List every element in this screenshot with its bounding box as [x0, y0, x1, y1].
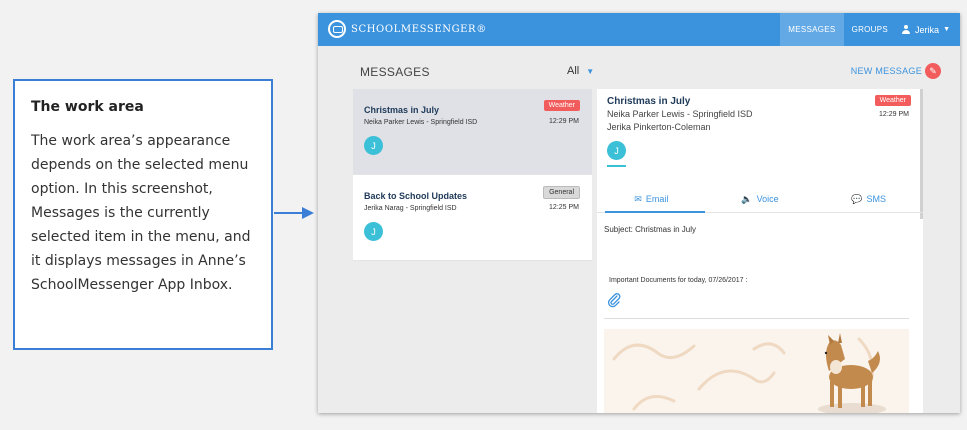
detail-sender: Neika Parker Lewis - Springfield ISD [607, 109, 753, 119]
avatar-underline [607, 165, 626, 167]
message-card[interactable]: Christmas in July Neika Parker Lewis - S… [353, 89, 592, 175]
top-nav-bar: SCHOOLMESSENGER® MESSAGES GROUPS Jerika … [318, 13, 960, 46]
chevron-down-icon: ▼ [586, 67, 595, 76]
paperclip-icon[interactable] [606, 292, 622, 308]
pencil-icon: ✎ [929, 65, 937, 76]
detail-recipient: Jerika Pinkerton-Coleman [607, 122, 711, 132]
callout-arrow-head [302, 207, 314, 219]
detail-title: Christmas in July [607, 96, 691, 107]
detail-time: 12:29 PM [879, 111, 909, 118]
message-card[interactable]: Back to School Updates Jerika Narag - Sp… [353, 175, 592, 261]
logo-text: SCHOOLMESSENGER® [351, 23, 487, 35]
delivery-tabs: ✉ Email 🔈 Voice 💬 SMS [597, 186, 923, 213]
tab-sms-label: SMS [866, 194, 887, 204]
message-sender: Jerika Narag - Springfield ISD [364, 205, 457, 212]
chat-bubble-icon: 💬 [851, 193, 863, 204]
message-list: Christmas in July Neika Parker Lewis - S… [353, 89, 592, 261]
new-message-link[interactable]: NEW MESSAGE [851, 66, 922, 76]
message-detail-panel: Christmas in July Neika Parker Lewis - S… [597, 89, 923, 413]
category-badge: General [543, 186, 580, 199]
user-menu[interactable]: Jerika ▼ [896, 13, 960, 46]
page-title: MESSAGES [360, 65, 430, 79]
message-sender: Neika Parker Lewis - Springfield ISD [364, 119, 478, 126]
filter-label: All [567, 65, 580, 77]
email-body-text: Important Documents for today, 07/26/201… [609, 277, 748, 284]
filter-dropdown[interactable]: All ▼ [567, 65, 594, 77]
new-message-button[interactable]: ✎ [925, 63, 941, 79]
email-image [604, 329, 909, 413]
callout-text: The work area’s appearance depends on th… [31, 133, 251, 293]
callout-title: The work area [31, 99, 144, 115]
tab-sms[interactable]: 💬 SMS [814, 186, 923, 212]
category-badge: Weather [543, 100, 580, 111]
callout-arrow-line [274, 212, 304, 214]
detail-category-badge: Weather [874, 95, 911, 106]
dog-image [612, 333, 886, 413]
nav-groups[interactable]: GROUPS [844, 13, 896, 46]
logo-icon [328, 20, 346, 38]
app-window: SCHOOLMESSENGER® MESSAGES GROUPS Jerika … [318, 13, 960, 413]
message-time: 12:25 PM [549, 204, 579, 211]
tab-voice[interactable]: 🔈 Voice [706, 186, 815, 212]
tab-email[interactable]: ✉ Email [597, 186, 706, 213]
tab-email-label: Email [645, 194, 669, 204]
top-nav: MESSAGES GROUPS Jerika ▼ [780, 13, 960, 46]
email-subject: Subject: Christmas in July [604, 225, 697, 234]
chevron-down-icon: ▼ [943, 26, 950, 33]
message-title: Back to School Updates [364, 191, 468, 201]
avatar: J [364, 222, 383, 241]
envelope-icon: ✉ [634, 193, 642, 204]
user-name: Jerika [915, 24, 940, 35]
message-title: Christmas in July [364, 105, 440, 115]
nav-messages[interactable]: MESSAGES [780, 13, 844, 46]
logo[interactable]: SCHOOLMESSENGER® [328, 20, 487, 38]
user-icon [902, 25, 911, 34]
callout-box: The work area The work area’s appearance… [13, 79, 273, 350]
speaker-icon: 🔈 [741, 193, 753, 204]
divider [604, 318, 909, 319]
tab-voice-label: Voice [756, 194, 779, 204]
detail-avatar: J [607, 141, 626, 160]
avatar: J [364, 136, 383, 155]
message-time: 12:29 PM [549, 118, 579, 125]
